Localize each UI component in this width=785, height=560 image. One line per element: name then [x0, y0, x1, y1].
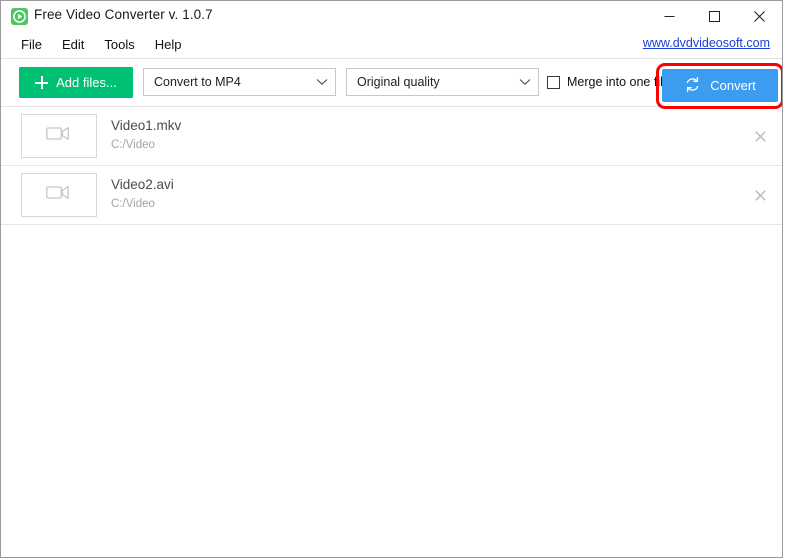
refresh-icon	[684, 76, 701, 96]
menu-item-edit[interactable]: Edit	[52, 34, 94, 55]
merge-into-one-file-checkbox[interactable]: Merge into one file	[547, 75, 670, 89]
video-camera-icon	[46, 184, 72, 206]
add-files-label: Add files...	[56, 75, 117, 90]
file-path: C:/Video	[111, 139, 155, 151]
file-name: Video1.mkv	[111, 118, 182, 133]
remove-file-button[interactable]	[750, 126, 770, 146]
video-camera-icon	[46, 125, 72, 147]
menu-bar: File Edit Tools Help www.dvdvideosoft.co…	[1, 31, 782, 59]
empty-drop-area[interactable]	[1, 225, 782, 537]
menu-items: File Edit Tools Help	[11, 31, 191, 58]
menu-item-file[interactable]: File	[11, 34, 52, 55]
quality-select[interactable]: Original quality	[346, 68, 539, 96]
file-name: Video2.avi	[111, 177, 174, 192]
window-title: Free Video Converter v. 1.0.7	[34, 7, 213, 22]
menu-item-help[interactable]: Help	[145, 34, 192, 55]
minimize-icon[interactable]	[647, 1, 692, 31]
play-circle-icon	[11, 8, 28, 25]
application-window: Free Video Converter v. 1.0.7 File Edit …	[0, 0, 783, 558]
convert-label: Convert	[710, 78, 756, 93]
maximize-icon[interactable]	[692, 1, 737, 31]
file-list-item[interactable]: Video2.avi C:/Video	[1, 166, 782, 225]
remove-file-button[interactable]	[750, 185, 770, 205]
video-thumbnail	[21, 173, 97, 217]
website-link[interactable]: www.dvdvideosoft.com	[643, 36, 770, 50]
menu-item-tools[interactable]: Tools	[94, 34, 144, 55]
file-list-item[interactable]: Video1.mkv C:/Video	[1, 107, 782, 166]
chevron-down-icon	[309, 78, 335, 86]
video-thumbnail	[21, 114, 97, 158]
merge-into-one-file-label: Merge into one file	[567, 75, 670, 89]
window-controls	[647, 1, 782, 31]
file-path: C:/Video	[111, 198, 155, 210]
close-icon[interactable]	[737, 1, 782, 31]
quality-select-value: Original quality	[357, 75, 440, 89]
file-list: Video1.mkv C:/Video Video2.avi C:/Video	[1, 107, 782, 225]
convert-button[interactable]: Convert	[662, 69, 778, 102]
add-files-button[interactable]: Add files...	[19, 67, 133, 98]
checkbox-box[interactable]	[547, 75, 560, 89]
plus-icon	[35, 76, 49, 89]
chevron-down-icon	[512, 78, 538, 86]
format-select-value: Convert to MP4	[154, 75, 241, 89]
title-bar: Free Video Converter v. 1.0.7	[1, 1, 782, 31]
format-select[interactable]: Convert to MP4	[143, 68, 336, 96]
